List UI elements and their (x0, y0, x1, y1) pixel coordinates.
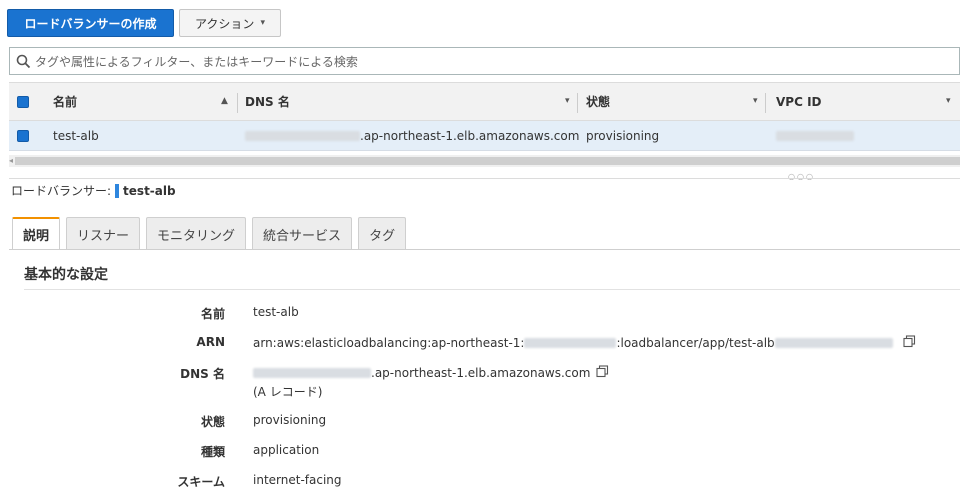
copy-icon[interactable] (903, 335, 916, 351)
field-label-scheme: スキーム (177, 475, 225, 489)
detail-tabs: 説明 リスナー モニタリング 統合サービス タグ (12, 217, 407, 250)
toolbar: ロードバランサーの作成 アクション ▾ (0, 0, 960, 40)
field-label-name: 名前 (200, 307, 225, 321)
field-label-arn: ARN (196, 335, 225, 349)
field-label-state: 状態 (200, 415, 225, 429)
tab-monitoring[interactable]: モニタリング (146, 217, 247, 250)
column-header-state[interactable]: 状態 (586, 83, 610, 120)
copy-icon[interactable] (596, 365, 609, 381)
column-divider (577, 93, 578, 113)
row-state: provisioning (586, 128, 660, 143)
field-value-state: provisioning (253, 413, 327, 427)
scrollbar-thumb[interactable] (15, 157, 960, 165)
row-checkbox[interactable] (17, 129, 29, 142)
load-balancer-table: 名前 ▲ DNS 名 ▾ 状態 ▾ VPC ID ▾ test-alb .ap-… (9, 82, 960, 151)
section-divider (24, 289, 960, 290)
field-value-dns: .ap-northeast-1.elb.amazonaws.com (253, 365, 609, 381)
arn-middle: :loadbalancer/app/test-alb (616, 336, 775, 350)
column-header-dns[interactable]: DNS 名 (245, 83, 290, 120)
sort-icon[interactable]: ▾ (565, 96, 570, 106)
sort-asc-icon[interactable]: ▲ (221, 96, 228, 106)
redacted-text (774, 338, 893, 348)
dns-value: .ap-northeast-1.elb.amazonaws.com (371, 366, 591, 380)
field-label-dns: DNS 名 (180, 367, 225, 381)
search-icon (16, 54, 31, 69)
create-load-balancer-button[interactable]: ロードバランサーの作成 (7, 9, 174, 37)
tab-integrated-services[interactable]: 統合サービス (252, 217, 353, 250)
field-value-name: test-alb (253, 305, 299, 319)
status-indicator (115, 183, 120, 198)
row-name: test-alb (53, 128, 99, 143)
table-row[interactable]: test-alb .ap-northeast-1.elb.amazonaws.c… (9, 121, 960, 151)
field-value-scheme: internet-facing (253, 473, 342, 487)
tabs-divider (9, 249, 960, 250)
dns-record-note: (A レコード) (253, 385, 323, 399)
row-dns: .ap-northeast-1.elb.amazonaws.com (245, 121, 579, 150)
redacted-text (524, 338, 617, 348)
field-value-arn: arn:aws:elasticloadbalancing:ap-northeas… (253, 335, 916, 351)
scroll-left-icon[interactable]: ◂ (9, 155, 13, 167)
search-placeholder: タグや属性によるフィルター、またはキーワードによる検索 (35, 54, 358, 69)
redacted-text (245, 130, 360, 141)
arn-prefix: arn:aws:elasticloadbalancing:ap-northeas… (253, 336, 525, 350)
sort-icon[interactable]: ▾ (946, 96, 951, 106)
field-label-type: 種類 (200, 445, 225, 459)
detail-title-name: test-alb (123, 183, 176, 198)
horizontal-scrollbar[interactable]: ◂ (9, 155, 960, 167)
detail-title-prefix: ロードバランサー: (11, 184, 112, 198)
chevron-down-icon: ▾ (260, 18, 265, 28)
row-vpc (776, 121, 854, 150)
redacted-text (253, 368, 371, 378)
detail-title: ロードバランサー: test-alb (11, 182, 176, 199)
select-all-checkbox[interactable] (17, 95, 29, 108)
section-title: 基本的な設定 (24, 267, 108, 283)
actions-dropdown-button[interactable]: アクション ▾ (179, 9, 281, 37)
column-divider (765, 93, 766, 113)
search-input[interactable]: タグや属性によるフィルター、またはキーワードによる検索 (9, 47, 960, 75)
tab-listeners[interactable]: リスナー (66, 217, 141, 250)
resize-handle[interactable]: ○○○ (788, 172, 815, 181)
redacted-text (776, 130, 854, 141)
split-divider (9, 178, 960, 179)
actions-label: アクション (195, 16, 255, 31)
table-header: 名前 ▲ DNS 名 ▾ 状態 ▾ VPC ID ▾ (9, 82, 960, 121)
column-divider (237, 93, 238, 113)
tab-description[interactable]: 説明 (12, 217, 61, 250)
column-header-vpc[interactable]: VPC ID (776, 83, 822, 120)
column-header-name[interactable]: 名前 (53, 83, 77, 120)
tab-tags[interactable]: タグ (358, 217, 407, 250)
field-value-type: application (253, 443, 320, 457)
sort-icon[interactable]: ▾ (753, 96, 758, 106)
